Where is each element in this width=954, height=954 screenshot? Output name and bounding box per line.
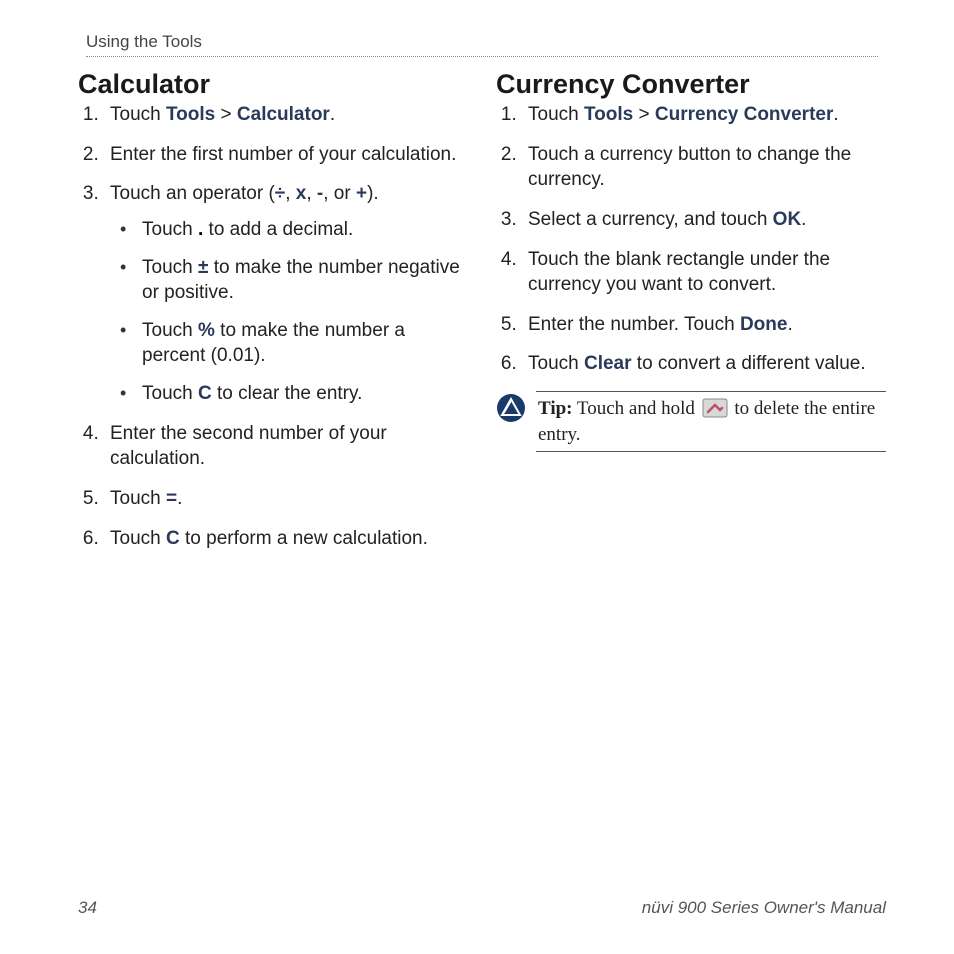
erase-icon [702,398,728,418]
key-plusminus: ± [198,257,208,278]
list-item: Touch Tools > Currency Converter. [522,102,886,128]
currency-steps: Touch Tools > Currency Converter. Touch … [496,102,886,377]
currency-converter-label: Currency Converter [655,104,833,125]
manual-title: nüvi 900 Series Owner's Manual [642,898,886,918]
calculator-column: Calculator Touch Tools > Calculator. Ent… [78,69,468,565]
text: ). [367,183,379,204]
text: to perform a new calculation. [180,528,428,549]
list-item: Touch =. [104,486,468,512]
list-item: Touch Tools > Calculator. [104,102,468,128]
text: Touch [110,488,166,509]
key-equals: = [166,488,177,509]
list-item: Touch % to make the number a percent (0.… [118,318,468,369]
text: Touch [142,383,198,404]
text: Touch an operator ( [110,183,275,204]
key-clear: C [166,528,180,549]
tip-text: Tip: Touch and hold to delete the entire… [536,391,886,452]
list-item: Touch C to perform a new calculation. [104,526,468,552]
text: > [633,104,655,125]
text: . [801,209,806,230]
text: Select a currency, and touch [528,209,773,230]
content-columns: Calculator Touch Tools > Calculator. Ent… [78,69,886,565]
list-item: Select a currency, and touch OK. [522,207,886,233]
key-clear: Clear [584,353,632,374]
operator-divide: ÷ [275,183,285,204]
calculator-steps: Touch Tools > Calculator. Enter the firs… [78,102,468,551]
page-number: 34 [78,898,97,918]
calculator-label: Calculator [237,104,330,125]
key-ok: OK [773,209,802,230]
text: Enter the number. Touch [528,314,740,335]
calculator-heading: Calculator [78,69,468,100]
key-percent: % [198,320,215,341]
list-item: Touch . to add a decimal. [118,217,468,243]
text: Touch [528,353,584,374]
currency-column: Currency Converter Touch Tools > Currenc… [496,69,886,565]
tip-callout: Tip: Touch and hold to delete the entire… [496,391,886,452]
currency-heading: Currency Converter [496,69,886,100]
operator-plus: + [356,183,367,204]
text: . [330,104,335,125]
text: , or [323,183,356,204]
text: . [177,488,182,509]
text: Touch [528,104,584,125]
tools-label: Tools [584,104,633,125]
key-done: Done [740,314,788,335]
text: Touch [110,104,166,125]
text: to add a decimal. [203,219,353,240]
tools-label: Tools [166,104,215,125]
page-footer: 34 nüvi 900 Series Owner's Manual [78,897,886,918]
list-item: Touch C to clear the entry. [118,381,468,407]
list-item: Enter the second number of your calculat… [104,421,468,472]
list-item: Touch Clear to convert a different value… [522,351,886,377]
list-item: Touch an operator (÷, x, -, or +). Touch… [104,181,468,406]
text: Touch [142,219,198,240]
key-clear: C [198,383,212,404]
text: Touch [142,257,198,278]
list-item: Touch ± to make the number negative or p… [118,255,468,306]
text: to clear the entry. [212,383,363,404]
list-item: Enter the number. Touch Done. [522,312,886,338]
section-header: Using the Tools [86,32,878,57]
text: , [285,183,296,204]
text: to convert a different value. [632,353,866,374]
text: Touch and hold [573,398,700,419]
operator-multiply: x [296,183,307,204]
list-item: Touch the blank rectangle under the curr… [522,247,886,298]
text: , [306,183,317,204]
tip-label: Tip: [538,398,573,419]
text: . [787,314,792,335]
list-item: Touch a currency button to change the cu… [522,142,886,193]
tip-icon [496,393,526,423]
text: Touch [142,320,198,341]
text: > [215,104,237,125]
list-item: Enter the first number of your calculati… [104,142,468,168]
text: . [833,104,838,125]
operator-bullets: Touch . to add a decimal. Touch ± to mak… [110,217,468,407]
text: Touch [110,528,166,549]
